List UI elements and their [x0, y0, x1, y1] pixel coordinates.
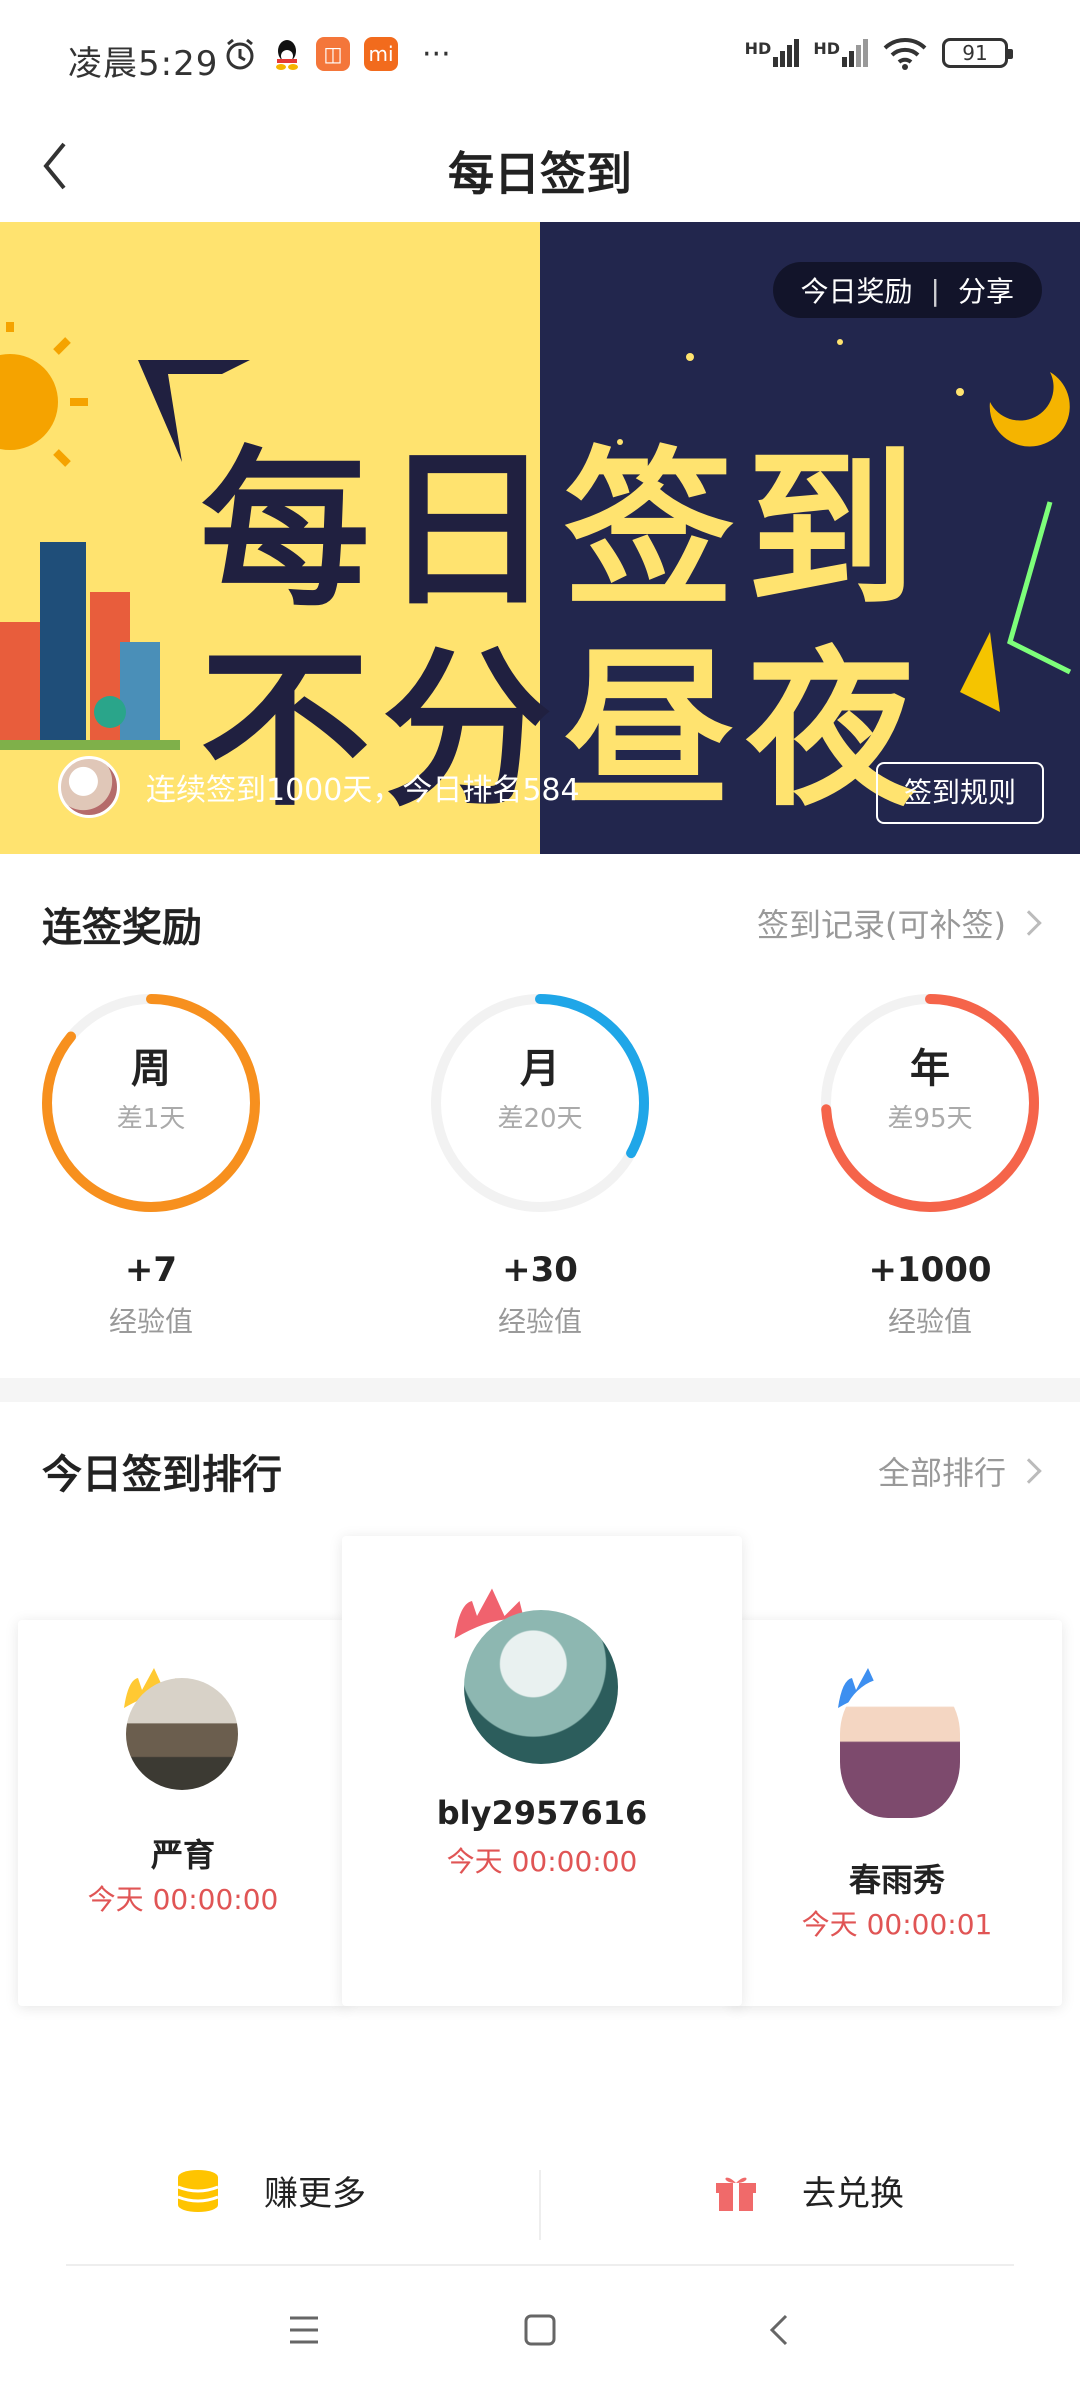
- bottom-action-bar: 赚更多 去兑换: [0, 2140, 1080, 2266]
- checkin-rules-button[interactable]: 签到规则: [876, 762, 1044, 824]
- coin-stack-icon: [177, 2169, 219, 2212]
- reward-unit-week: 经验值: [108, 1305, 193, 1338]
- pill-divider: |: [930, 273, 940, 307]
- checkin-record-label: 签到记录(可补签): [757, 906, 1006, 944]
- city-illustration: [0, 542, 180, 750]
- all-ranking-label: 全部排行: [877, 1454, 1006, 1492]
- reward-value-month: +30: [502, 1250, 578, 1290]
- page-title: 每日签到: [448, 147, 632, 201]
- qq-icon: [276, 40, 298, 70]
- rank-card-1[interactable]: bly2957616 今天 00:00:00: [342, 1536, 742, 2006]
- shop-app-icon: ◫: [316, 37, 350, 71]
- exchange-label: 去兑换: [802, 2174, 904, 2214]
- status-bar: 凌晨5:29 ◫ mi ··· HD HD 91: [0, 0, 1080, 110]
- share-link[interactable]: 分享: [958, 270, 1014, 310]
- signal-icon-2: HD: [813, 39, 868, 67]
- mi-app-icon: mi: [364, 37, 398, 71]
- sun-illustration: [0, 322, 88, 467]
- signal-icon: HD: [745, 39, 800, 67]
- ranking-user-name: 严育: [150, 1836, 215, 1874]
- system-nav-bar: [0, 2270, 1080, 2400]
- user-avatar: [126, 1678, 238, 1790]
- chevron-right-icon: [1016, 910, 1042, 936]
- user-avatar: [58, 756, 120, 818]
- bottom-bar-divider: [539, 2170, 541, 2240]
- rewards-section-title: 连签奖励: [42, 905, 202, 951]
- earn-more-label: 赚更多: [264, 2174, 366, 2214]
- reward-ring-year: 年 差95天: [815, 988, 1045, 1218]
- reward-unit-month: 经验值: [497, 1305, 582, 1338]
- page-header: 每日签到: [0, 110, 1080, 222]
- rank-card-3[interactable]: 春雨秀 今天 00:00:01: [732, 1620, 1062, 2006]
- nav-back-icon[interactable]: [760, 2310, 800, 2350]
- reward-ring-week: 周 差1天: [36, 988, 266, 1218]
- reward-period-label: 年: [910, 1046, 950, 1092]
- reward-remaining-label: 差20天: [497, 1104, 583, 1134]
- streak-text: 连续签到1000天，今日排名584: [146, 773, 580, 808]
- status-notification-icons: ◫ mi ···: [222, 36, 451, 72]
- earn-more-button[interactable]: 赚更多: [174, 2166, 366, 2215]
- reward-period-label: 周: [131, 1046, 171, 1092]
- reward-unit-year: 经验值: [887, 1305, 972, 1338]
- network-label: HD: [744, 39, 772, 58]
- reward-remaining-label: 差95天: [887, 1104, 973, 1134]
- exchange-button[interactable]: 去兑换: [712, 2166, 904, 2215]
- banner-char: 昼: [564, 632, 747, 830]
- checkin-banner: 每日签到 不分昼夜 今日奖励 | 分享 连续签到1000天，今日排名584 签到…: [0, 222, 1080, 854]
- checkin-record-link[interactable]: 签到记录(可补签): [757, 900, 1042, 946]
- ranking-checkin-time: 今天 00:00:00: [446, 1845, 638, 1878]
- ranking-user-name: 春雨秀: [848, 1861, 945, 1899]
- section-divider: [0, 1378, 1080, 1402]
- reward-share-pill: 今日奖励 | 分享: [772, 262, 1042, 318]
- rank-card-2[interactable]: 严育 今天 00:00:00: [18, 1620, 348, 2006]
- streak-summary: 连续签到1000天，今日排名584: [58, 756, 580, 818]
- user-avatar: [840, 1678, 960, 1818]
- status-time: 凌晨5:29: [68, 44, 219, 84]
- user-avatar: [464, 1610, 618, 1764]
- alarm-icon: [226, 38, 254, 70]
- wifi-icon: [883, 38, 927, 70]
- battery-indicator: 91: [942, 38, 1013, 68]
- ranking-section-title: 今日签到排行: [42, 1452, 282, 1498]
- reward-value-year: +1000: [868, 1250, 992, 1290]
- menu-icon[interactable]: [284, 2310, 324, 2350]
- today-reward-link[interactable]: 今日奖励: [801, 270, 913, 310]
- reward-remaining-label: 差1天: [116, 1104, 186, 1134]
- ranking-checkin-time: 今天 00:00:00: [87, 1883, 279, 1916]
- chevron-right-icon: [1016, 1458, 1042, 1484]
- all-ranking-link[interactable]: 全部排行: [877, 1448, 1042, 1494]
- home-icon[interactable]: [520, 2310, 560, 2350]
- gift-icon: [716, 2177, 756, 2211]
- status-system-icons: HD HD 91: [745, 36, 1013, 70]
- bottom-bar-line: [66, 2264, 1014, 2266]
- ranking-user-name: bly2957616: [436, 1794, 648, 1832]
- network-label: HD: [813, 39, 840, 58]
- reward-period-label: 月: [520, 1046, 560, 1092]
- ranking-checkin-time: 今天 00:00:01: [801, 1908, 993, 1941]
- reward-ring-month: 月 差20天: [425, 988, 655, 1218]
- more-notifications-icon: ···: [422, 36, 451, 72]
- reward-value-week: +7: [124, 1250, 178, 1290]
